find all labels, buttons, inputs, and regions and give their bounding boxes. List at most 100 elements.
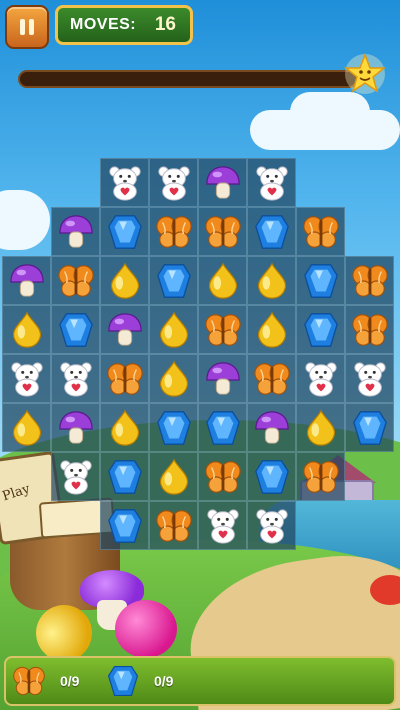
board-cell[interactable]	[149, 207, 198, 256]
board-cell[interactable]	[345, 354, 394, 403]
board-cell[interactable]	[247, 158, 296, 207]
goal-count: 0/9	[154, 673, 174, 689]
board-cell[interactable]	[296, 354, 345, 403]
board-cell[interactable]	[100, 207, 149, 256]
board-cell[interactable]	[149, 256, 198, 305]
board-cell[interactable]	[198, 305, 247, 354]
bear-piece-icon	[155, 164, 193, 202]
bear-piece-icon	[57, 458, 95, 496]
board-cell[interactable]	[198, 403, 247, 452]
gem-piece-icon	[106, 458, 144, 496]
drop-piece-icon	[8, 409, 46, 447]
butterfly-piece-icon	[302, 213, 340, 251]
board-cell[interactable]	[247, 452, 296, 501]
board-cell[interactable]	[198, 354, 247, 403]
board-cell[interactable]	[100, 403, 149, 452]
game-board	[0, 0, 400, 710]
board-cell[interactable]	[2, 354, 51, 403]
board-cell[interactable]	[100, 501, 149, 550]
board-cell[interactable]	[149, 354, 198, 403]
mushroom-piece-icon	[204, 360, 242, 398]
board-cell[interactable]	[296, 256, 345, 305]
gem-piece-icon	[106, 213, 144, 251]
board-cell[interactable]	[247, 207, 296, 256]
mushroom-piece-icon	[106, 311, 144, 349]
drop-piece-icon	[155, 360, 193, 398]
mushroom-piece-icon	[57, 213, 95, 251]
board-cell[interactable]	[198, 158, 247, 207]
board-cell[interactable]	[2, 403, 51, 452]
gem-piece-icon	[57, 311, 95, 349]
butterfly-piece-icon	[106, 360, 144, 398]
board-cell[interactable]	[247, 256, 296, 305]
gem-goal-icon	[106, 664, 140, 698]
bear-piece-icon	[8, 360, 46, 398]
gem-piece-icon	[204, 409, 242, 447]
goal-butterfly: 0/9	[12, 664, 79, 698]
gem-piece-icon	[155, 262, 193, 300]
board-cell[interactable]	[51, 305, 100, 354]
butterfly-piece-icon	[57, 262, 95, 300]
board-cell[interactable]	[247, 354, 296, 403]
butterfly-piece-icon	[302, 458, 340, 496]
bear-piece-icon	[253, 164, 291, 202]
butterfly-piece-icon	[204, 213, 242, 251]
mushroom-piece-icon	[8, 262, 46, 300]
drop-piece-icon	[106, 262, 144, 300]
goal-gem: 0/9	[106, 664, 173, 698]
board-cell[interactable]	[198, 207, 247, 256]
bear-piece-icon	[106, 164, 144, 202]
board-cell[interactable]	[198, 501, 247, 550]
gem-piece-icon	[155, 409, 193, 447]
board-cell[interactable]	[247, 403, 296, 452]
board-cell[interactable]	[198, 256, 247, 305]
board-cell[interactable]	[149, 305, 198, 354]
board-cell[interactable]	[345, 403, 394, 452]
board-cell[interactable]	[100, 256, 149, 305]
board-cell[interactable]	[149, 158, 198, 207]
board-cell[interactable]	[149, 403, 198, 452]
butterfly-piece-icon	[155, 507, 193, 545]
board-cell[interactable]	[51, 452, 100, 501]
butterfly-piece-icon	[351, 262, 389, 300]
drop-piece-icon	[106, 409, 144, 447]
bear-piece-icon	[253, 507, 291, 545]
board-cell[interactable]	[149, 452, 198, 501]
bear-piece-icon	[204, 507, 242, 545]
board-cell[interactable]	[296, 207, 345, 256]
butterfly-piece-icon	[204, 311, 242, 349]
board-cell[interactable]	[51, 354, 100, 403]
gem-piece-icon	[302, 262, 340, 300]
board-cell[interactable]	[2, 256, 51, 305]
board-cell[interactable]	[198, 452, 247, 501]
butterfly-piece-icon	[155, 213, 193, 251]
board-cell[interactable]	[345, 256, 394, 305]
bear-piece-icon	[57, 360, 95, 398]
butterfly-goal-icon	[12, 664, 46, 698]
board-cell[interactable]	[296, 403, 345, 452]
board-cell[interactable]	[247, 305, 296, 354]
drop-piece-icon	[8, 311, 46, 349]
drop-piece-icon	[302, 409, 340, 447]
butterfly-piece-icon	[253, 360, 291, 398]
board-cell[interactable]	[100, 305, 149, 354]
gem-piece-icon	[253, 458, 291, 496]
drop-piece-icon	[204, 262, 242, 300]
board-cell[interactable]	[296, 452, 345, 501]
board-cell[interactable]	[100, 158, 149, 207]
drop-piece-icon	[155, 311, 193, 349]
board-cell[interactable]	[51, 256, 100, 305]
drop-piece-icon	[253, 262, 291, 300]
board-cell[interactable]	[51, 207, 100, 256]
board-cell[interactable]	[247, 501, 296, 550]
board-cell[interactable]	[296, 305, 345, 354]
board-cell[interactable]	[345, 305, 394, 354]
board-cell[interactable]	[2, 305, 51, 354]
gem-piece-icon	[302, 311, 340, 349]
board-cell[interactable]	[100, 452, 149, 501]
board-cell[interactable]	[149, 501, 198, 550]
board-cell[interactable]	[51, 403, 100, 452]
mushroom-piece-icon	[57, 409, 95, 447]
board-cell[interactable]	[100, 354, 149, 403]
mushroom-piece-icon	[253, 409, 291, 447]
